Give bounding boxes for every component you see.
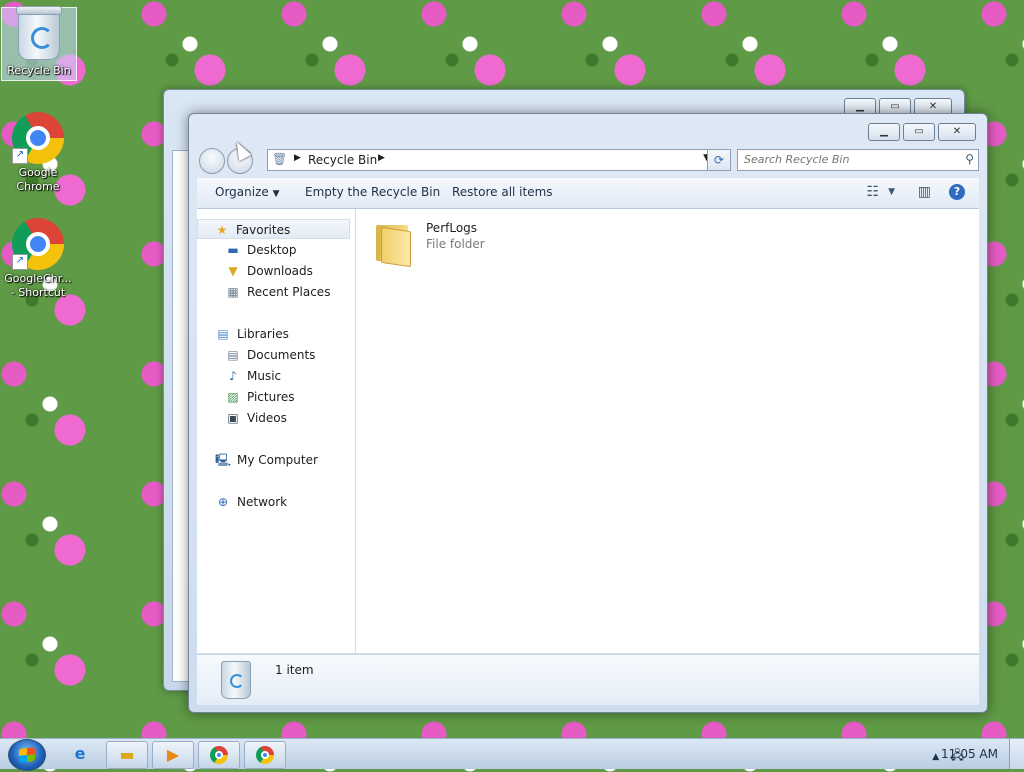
folder-icon <box>376 221 411 268</box>
explorer-icon: ▬ <box>119 745 135 764</box>
list-item[interactable]: PerfLogs File folder <box>376 217 536 268</box>
chevron-down-icon: ▼ <box>272 189 280 199</box>
clock[interactable]: 11:05 AM <box>941 747 998 761</box>
computer-icon: 🖳 <box>215 453 232 467</box>
nav-desktop[interactable]: ▬ Desktop <box>225 240 296 260</box>
taskbar-media-player[interactable]: ▶ <box>152 741 194 769</box>
desktop-icon: ▬ <box>227 243 239 257</box>
desktop-icon-label: Recycle Bin <box>7 64 71 77</box>
recent-places-icon: ▦ <box>227 285 239 299</box>
maximize-button[interactable]: ▭ <box>903 123 935 141</box>
recycle-bin-icon <box>16 6 62 62</box>
breadcrumb-recycle-bin[interactable]: Recycle Bin <box>308 153 377 167</box>
chrome-icon: ↗ <box>12 112 64 164</box>
nav-my-computer[interactable]: 🖳 My Computer <box>215 450 318 470</box>
videos-icon: ▣ <box>227 411 239 425</box>
nav-music[interactable]: ♪ Music <box>225 366 281 386</box>
libraries-icon: ▤ <box>217 327 229 341</box>
pictures-icon: ▨ <box>227 390 239 404</box>
back-button[interactable] <box>199 148 225 174</box>
desktop-icon-recycle-bin[interactable]: Recycle Bin <box>1 6 77 81</box>
search-input[interactable] <box>738 150 954 168</box>
show-hidden-icons-icon[interactable]: ▲ <box>932 752 939 762</box>
media-player-icon: ▶ <box>166 745 180 764</box>
taskbar-chrome[interactable] <box>198 741 240 769</box>
desktop-icon-label: Google Chrome <box>16 166 60 193</box>
close-button[interactable]: ✕ <box>938 123 976 141</box>
network-icon: ⊕ <box>217 495 229 509</box>
recycle-bin-small-icon: 🗑 <box>272 152 288 166</box>
chrome-icon: ↗ <box>12 218 64 270</box>
start-button[interactable] <box>8 739 46 771</box>
downloads-icon: ▼ <box>228 264 238 278</box>
internet-explorer-icon: e <box>74 744 86 763</box>
item-count: 1 item <box>275 663 314 677</box>
nav-libraries[interactable]: ▤ Libraries <box>215 324 289 344</box>
search-icon[interactable]: ⚲ <box>965 152 974 166</box>
chrome-icon <box>210 746 228 764</box>
organize-label: Organize <box>215 185 269 199</box>
search-box: ⚲ <box>737 149 979 171</box>
restore-all-items-button[interactable]: Restore all items <box>452 185 553 199</box>
music-icon: ♪ <box>229 369 237 383</box>
recycle-bin-icon <box>221 661 251 699</box>
shortcut-arrow-icon: ↗ <box>12 148 28 164</box>
details-pane: 1 item <box>197 654 979 705</box>
view-options-chevron-icon[interactable]: ▼ <box>888 187 895 197</box>
taskbar-chrome-2[interactable] <box>244 741 286 769</box>
show-desktop-button[interactable] <box>1009 739 1024 769</box>
chrome-icon <box>256 746 274 764</box>
help-icon[interactable]: ? <box>949 184 965 200</box>
taskbar: e ▬ ▶ ▲ 🖧 11:05 AM <box>0 738 1024 771</box>
star-icon: ★ <box>216 223 228 237</box>
nav-network[interactable]: ⊕ Network <box>215 492 287 512</box>
navigation-bar: 🗑 ▶ Recycle Bin ▶ ▼ ⟳ ⚲ <box>197 146 979 174</box>
breadcrumb-chevron-icon[interactable]: ▶ <box>378 153 385 163</box>
nav-downloads[interactable]: ▼ Downloads <box>225 261 313 281</box>
organize-button[interactable]: Organize ▼ <box>215 185 280 199</box>
nav-documents[interactable]: ▤ Documents <box>225 345 315 365</box>
refresh-button[interactable]: ⟳ <box>707 149 731 171</box>
nav-pictures[interactable]: ▨ Pictures <box>225 387 294 407</box>
recycle-bin-window[interactable]: ▁ ▭ ✕ 🗑 ▶ Recycle Bin ▶ ▼ ⟳ ⚲ Organize ▼… <box>188 113 988 713</box>
navigation-pane: ★ Favorites ▬ Desktop ▼ Downloads ▦ Recent P… <box>197 209 356 653</box>
change-view-icon[interactable]: ☷ <box>866 184 879 200</box>
desktop-icon-chrome-shortcut[interactable]: ↗ GoogleChr... - Shortcut <box>1 218 75 300</box>
documents-icon: ▤ <box>227 348 239 362</box>
window-caption-buttons: ▁ ▭ ✕ <box>868 123 976 141</box>
breadcrumb-chevron-icon[interactable]: ▶ <box>294 153 301 163</box>
preview-pane-icon[interactable]: ▥ <box>918 184 931 200</box>
file-type: File folder <box>426 237 485 251</box>
command-bar: Organize ▼ Empty the Recycle Bin Restore… <box>197 178 979 209</box>
shortcut-arrow-icon: ↗ <box>12 254 28 270</box>
minimize-button[interactable]: ▁ <box>868 123 900 141</box>
nav-recent-places[interactable]: ▦ Recent Places <box>225 282 330 302</box>
file-list: PerfLogs File folder <box>356 209 979 653</box>
empty-recycle-bin-button[interactable]: Empty the Recycle Bin <box>305 185 440 199</box>
nav-favorites[interactable]: ★ Favorites <box>197 219 350 239</box>
taskbar-explorer[interactable]: ▬ <box>106 741 148 769</box>
nav-videos[interactable]: ▣ Videos <box>225 408 287 428</box>
desktop-icon-google-chrome[interactable]: ↗ Google Chrome <box>1 112 75 194</box>
file-name: PerfLogs <box>426 221 478 235</box>
address-bar[interactable]: 🗑 ▶ Recycle Bin ▶ ▼ <box>267 149 715 171</box>
taskbar-internet-explorer[interactable]: e <box>60 741 100 767</box>
desktop-icon-label: GoogleChr... - Shortcut <box>4 272 72 299</box>
